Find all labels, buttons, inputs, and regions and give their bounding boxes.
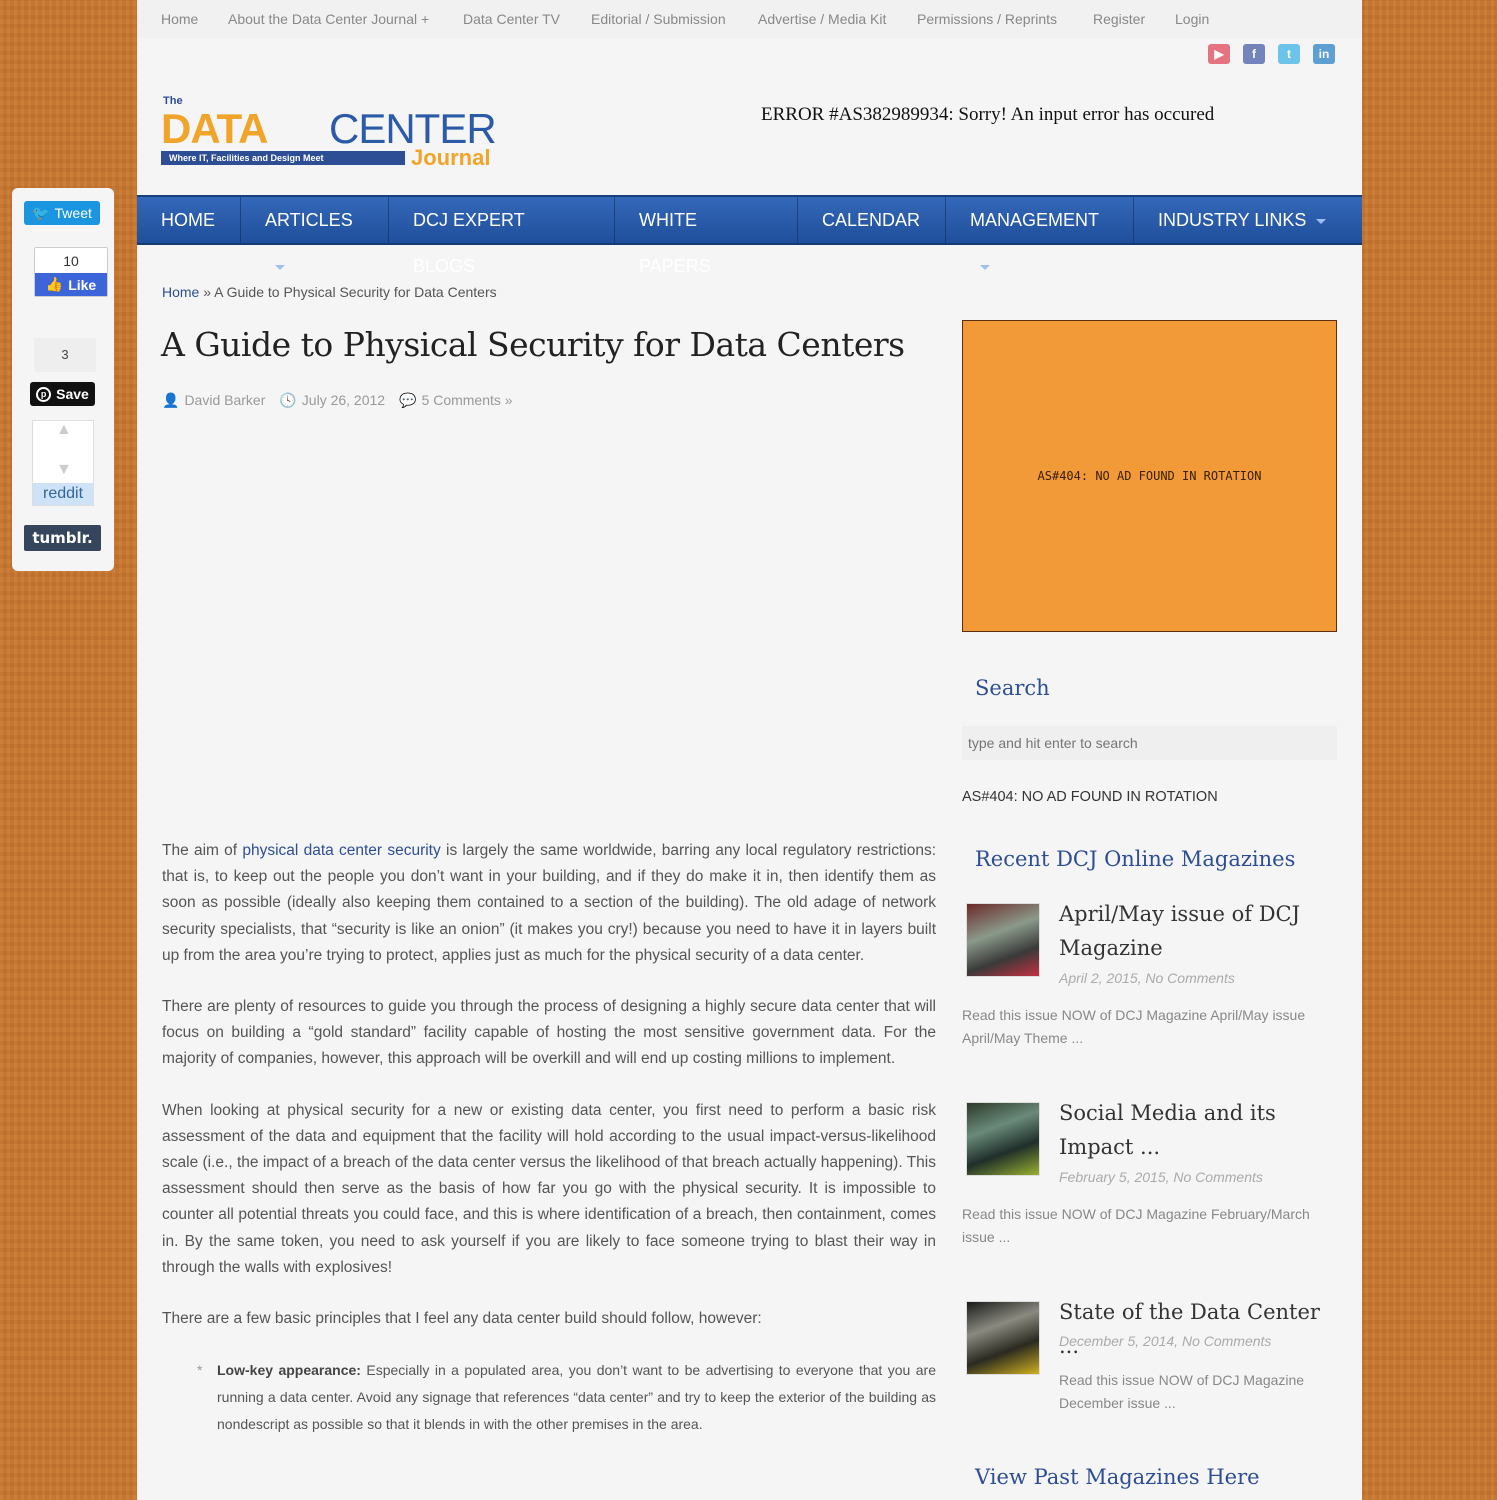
share-sidebar: 🐦 Tweet 10 👍 Like 3 p Save ▲ ▼ reddit tu… bbox=[12, 188, 114, 571]
pinterest-icon: p bbox=[36, 386, 52, 402]
magazine-excerpt: Read this issue NOW of DCJ Magazine Febr… bbox=[962, 1206, 1310, 1245]
main-navigation: HOME ARTICLES DCJ EXPERT BLOGS WHITE PAP… bbox=[137, 195, 1362, 276]
top-navigation: Home About the Data Center Journal + Dat… bbox=[137, 0, 1362, 38]
reddit-button[interactable]: reddit bbox=[33, 483, 93, 505]
author-link[interactable]: David Barker bbox=[184, 392, 265, 408]
magazine-excerpt: Read this issue NOW of DCJ Magazine Dece… bbox=[1059, 1372, 1305, 1411]
twitter-icon[interactable]: t bbox=[1278, 44, 1300, 64]
pinterest-save-button[interactable]: p Save bbox=[30, 382, 95, 406]
twitter-bird-icon: 🐦 bbox=[32, 204, 50, 221]
principles-list: Low-key appearance: Especially in a popu… bbox=[197, 1357, 936, 1438]
downvote-icon[interactable]: ▼ bbox=[56, 461, 72, 479]
magazine-meta: December 5, 2014, No Comments bbox=[1059, 1333, 1272, 1349]
nav-white-papers[interactable]: WHITE PAPERS bbox=[615, 197, 798, 276]
paragraph: There are plenty of resources to guide y… bbox=[162, 998, 936, 1068]
nav-management[interactable]: MANAGEMENT bbox=[946, 197, 1134, 270]
topnav-advertise[interactable]: Advertise / Media Kit bbox=[758, 11, 886, 27]
chevron-down-icon bbox=[980, 264, 990, 270]
magazine-cover-thumbnail[interactable] bbox=[966, 1301, 1040, 1375]
topnav-register[interactable]: Register bbox=[1093, 11, 1145, 27]
magazine-title-link[interactable]: April/May issue of DCJ Magazine bbox=[1059, 897, 1344, 965]
magazine-title-link[interactable]: State of the Data Center ... bbox=[1059, 1295, 1344, 1363]
thumbs-up-icon: 👍 bbox=[45, 276, 64, 292]
tumblr-button[interactable]: tumblr. bbox=[24, 525, 101, 551]
chevron-down-icon bbox=[1316, 218, 1327, 224]
nav-calendar[interactable]: CALENDAR bbox=[798, 197, 946, 243]
paragraph: There are a few basic principles that I … bbox=[162, 1310, 762, 1328]
page-container: Home About the Data Center Journal + Dat… bbox=[137, 0, 1362, 1500]
past-magazines-link[interactable]: View Past Magazines Here bbox=[975, 1465, 1260, 1489]
magazine-excerpt: Read this issue NOW of DCJ Magazine Apri… bbox=[962, 1007, 1306, 1046]
magazine-meta: February 5, 2015, No Comments bbox=[1059, 1169, 1263, 1185]
facebook-like-widget: 10 👍 Like bbox=[34, 247, 108, 297]
tweet-button[interactable]: 🐦 Tweet bbox=[24, 201, 100, 225]
comments-link[interactable]: 5 Comments » bbox=[422, 392, 513, 408]
sidebar-ad-text: AS#404: NO AD FOUND IN ROTATION bbox=[962, 789, 1218, 805]
facebook-icon[interactable]: f bbox=[1243, 44, 1265, 64]
nav-articles[interactable]: ARTICLES bbox=[241, 197, 389, 270]
list-item: Low-key appearance: Especially in a popu… bbox=[197, 1357, 936, 1438]
topnav-home[interactable]: Home bbox=[161, 11, 198, 27]
site-logo[interactable]: The DATA CENTER Where IT, Facilities and… bbox=[161, 95, 541, 170]
breadcrumb-home[interactable]: Home bbox=[162, 284, 199, 300]
header-ad-error: ERROR #AS382989934: Sorry! An input erro… bbox=[761, 104, 1215, 125]
magazine-cover-thumbnail[interactable] bbox=[966, 1102, 1040, 1176]
social-links: ▶ f t in bbox=[1208, 44, 1335, 64]
comment-icon: 💬 bbox=[399, 392, 417, 408]
linkedin-icon[interactable]: in bbox=[1313, 44, 1335, 64]
reddit-widget: ▲ ▼ reddit bbox=[32, 420, 94, 506]
nav-home[interactable]: HOME bbox=[137, 197, 241, 243]
paragraph: The aim of physical data center security… bbox=[162, 842, 937, 964]
article-title: A Guide to Physical Security for Data Ce… bbox=[161, 325, 905, 364]
youtube-icon[interactable]: ▶ bbox=[1208, 44, 1230, 64]
like-button[interactable]: 👍 Like bbox=[35, 273, 107, 296]
topnav-about[interactable]: About the Data Center Journal + bbox=[228, 11, 429, 27]
post-date: July 26, 2012 bbox=[301, 392, 386, 408]
topnav-login[interactable]: Login bbox=[1175, 11, 1209, 27]
topnav-editorial[interactable]: Editorial / Submission bbox=[591, 11, 726, 27]
magazine-title-link[interactable]: Social Media and its Impact ... bbox=[1059, 1096, 1344, 1164]
clock-icon: 🕓 bbox=[279, 392, 297, 408]
article-meta: 👤 David Barker 🕓 July 26, 2012 💬 5 Comments… bbox=[162, 392, 513, 409]
sidebar-ad-placeholder[interactable]: AS#404: NO AD FOUND IN ROTATION bbox=[962, 320, 1337, 632]
topnav-permissions[interactable]: Permissions / Reprints bbox=[917, 11, 1057, 27]
pin-count: 3 bbox=[34, 338, 96, 372]
user-icon: 👤 bbox=[162, 392, 180, 408]
nav-dcj-expert-blogs[interactable]: DCJ EXPERT BLOGS bbox=[389, 197, 615, 276]
like-count: 10 bbox=[63, 253, 79, 269]
upvote-icon[interactable]: ▲ bbox=[56, 421, 72, 439]
topnav-data-center-tv[interactable]: Data Center TV bbox=[463, 11, 560, 27]
physical-security-link[interactable]: physical data center security bbox=[242, 842, 440, 859]
magazine-meta: April 2, 2015, No Comments bbox=[1059, 970, 1235, 986]
paragraph: When looking at physical security for a … bbox=[162, 1101, 936, 1276]
chevron-down-icon bbox=[275, 264, 285, 270]
magazine-cover-thumbnail[interactable] bbox=[966, 903, 1040, 977]
breadcrumb-current: A Guide to Physical Security for Data Ce… bbox=[214, 284, 497, 300]
nav-industry-links[interactable]: INDUSTRY LINKS bbox=[1134, 197, 1362, 243]
search-widget-title: Search bbox=[975, 676, 1050, 700]
magazines-widget-title: Recent DCJ Online Magazines bbox=[975, 847, 1296, 871]
article-body: The aim of physical data center security… bbox=[162, 838, 936, 1438]
breadcrumb: Home » A Guide to Physical Security for … bbox=[162, 284, 497, 300]
search-input[interactable] bbox=[962, 726, 1337, 760]
